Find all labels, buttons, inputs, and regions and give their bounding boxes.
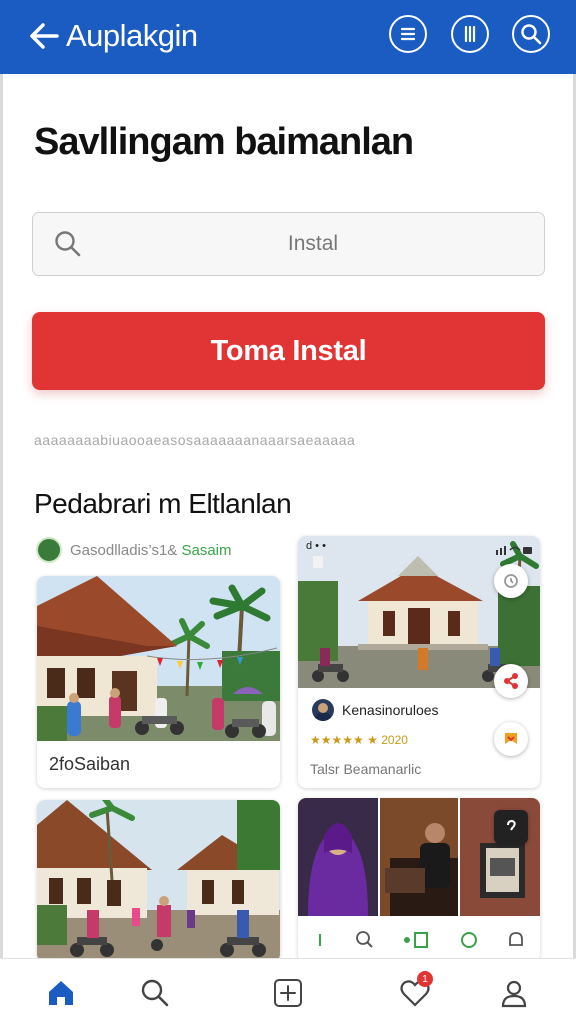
card-action-button[interactable] — [494, 564, 528, 598]
share-icon — [504, 673, 518, 689]
help-icon — [507, 819, 516, 831]
notification-badge: 1 — [417, 971, 433, 987]
search-button[interactable] — [512, 15, 550, 53]
collage-photo — [380, 798, 458, 916]
post-card[interactable]: d • • Kenasinoruloes ★★★★★ ★ 2020 Talsr … — [298, 536, 540, 788]
notification-icon[interactable] — [506, 930, 526, 950]
list-icon — [400, 27, 416, 41]
app-title: Auplakgin — [66, 18, 198, 53]
back-arrow-icon — [30, 23, 59, 49]
app-bar: Auplakgin — [0, 0, 576, 74]
nav-profile[interactable] — [494, 973, 534, 1013]
channel-row[interactable]: Gasodlladis’s1& Sasaim — [36, 536, 232, 564]
card-photo — [37, 576, 280, 741]
bookmark-button[interactable] — [494, 722, 528, 756]
search-box[interactable] — [32, 212, 545, 276]
bookmark-icon[interactable] — [403, 930, 431, 950]
author-name: Kenasinoruloes — [342, 702, 439, 718]
back-button[interactable] — [26, 18, 62, 54]
search-icon — [141, 979, 169, 1007]
card-photo — [37, 800, 280, 962]
section-title: Pedabrari m Eltlanlan — [34, 488, 292, 519]
search-input[interactable] — [93, 225, 533, 263]
tagline-text: aaaaaaaabiuaooaeasosaaaaaaanaaarsaeaaaaa — [34, 432, 356, 448]
nav-home[interactable] — [41, 973, 81, 1013]
card-caption: Talsr Beamanarlic — [310, 761, 422, 777]
channel-label: Gasodlladis’s1& Sasaim — [70, 542, 232, 559]
search-icon — [53, 229, 83, 264]
search-icon[interactable] — [355, 930, 375, 950]
list-button[interactable] — [389, 15, 427, 53]
author-avatar — [312, 699, 334, 721]
add-icon — [274, 979, 302, 1007]
page-title: Savllingam baimanlan — [34, 121, 414, 163]
photo-collage-card[interactable] — [298, 798, 540, 962]
card-caption: 2foSaiban — [49, 754, 131, 774]
rating: ★★★★★ ★ 2020 — [310, 733, 408, 747]
status-icons — [496, 542, 532, 555]
photo-card[interactable] — [37, 800, 280, 962]
nav-favorites[interactable]: 1 — [395, 971, 435, 1013]
info-icon — [464, 25, 476, 43]
frame-border — [0, 74, 3, 1024]
photo-card[interactable]: 2foSaiban — [37, 576, 280, 788]
info-button[interactable] — [451, 15, 489, 53]
status-time: d • • — [306, 540, 326, 552]
channel-avatar — [36, 537, 62, 563]
channel-accent: Sasaim — [181, 541, 232, 559]
collage-photo — [298, 798, 378, 916]
card-menu-button[interactable] — [494, 810, 528, 844]
bottom-nav: 1 — [0, 958, 576, 1024]
card-action-bar — [298, 918, 540, 962]
search-icon — [521, 24, 542, 45]
info-icon[interactable] — [312, 930, 328, 950]
nav-add[interactable] — [268, 973, 308, 1013]
nav-search[interactable] — [135, 973, 175, 1013]
home-icon — [49, 981, 73, 1005]
refresh-icon — [504, 574, 518, 588]
profile-icon — [501, 980, 527, 1008]
bookmark-icon — [505, 733, 517, 744]
channel-name: Gasodlladis’s1& — [70, 541, 178, 559]
install-button[interactable]: Toma Instal — [32, 312, 545, 390]
chat-icon[interactable] — [459, 930, 479, 950]
share-button[interactable] — [494, 664, 528, 698]
